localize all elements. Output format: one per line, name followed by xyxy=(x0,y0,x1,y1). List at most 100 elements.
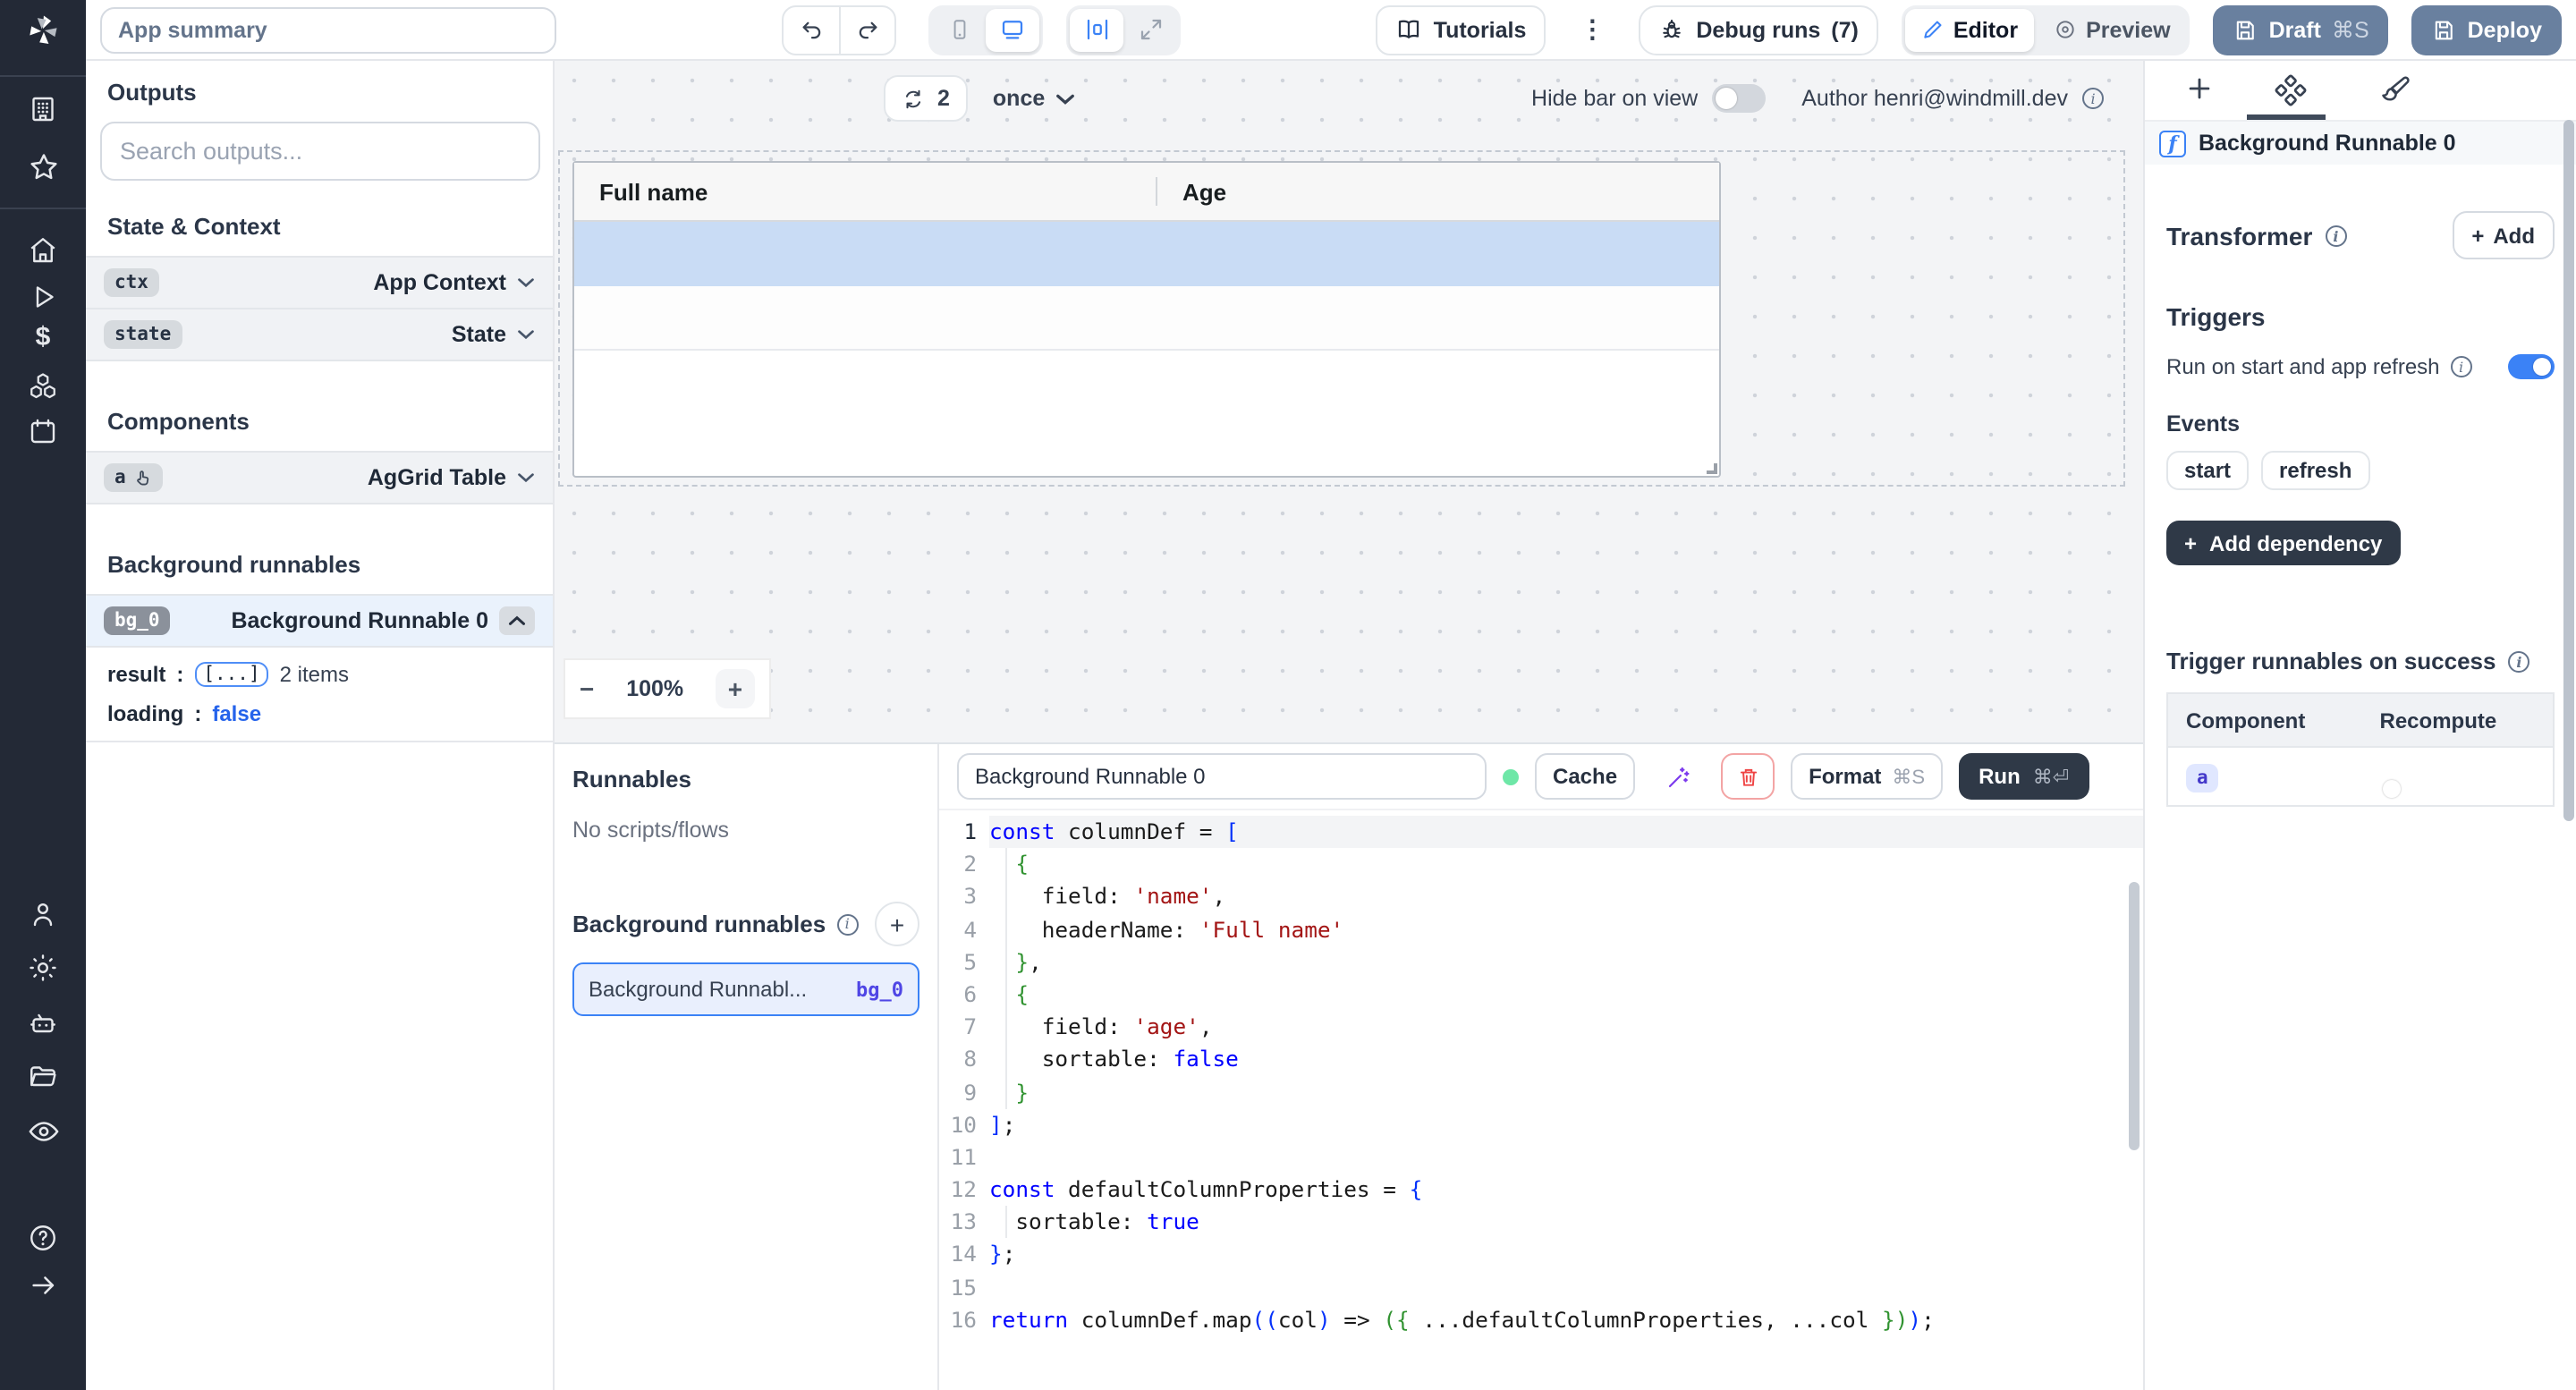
refresh-count-button[interactable]: 2 xyxy=(884,75,968,122)
debug-runs-button[interactable]: Debug runs (7) xyxy=(1639,4,1877,55)
table-header: Component Recompute xyxy=(2168,694,2553,748)
tutorials-button[interactable]: Tutorials xyxy=(1377,4,1546,55)
chevron-down-icon[interactable] xyxy=(517,329,535,340)
format-button[interactable]: Format⌘S xyxy=(1791,753,1943,800)
draft-button[interactable]: Draft ⌘S xyxy=(2214,4,2389,55)
aggrid-table-component[interactable]: Full name Age xyxy=(572,161,1721,478)
add-transformer-button[interactable]: + Add xyxy=(2452,211,2555,259)
add-dependency-button[interactable]: + Add dependency xyxy=(2166,521,2400,565)
runnable-name-input[interactable] xyxy=(957,753,1487,800)
user-icon[interactable] xyxy=(0,898,86,930)
info-icon[interactable]: i xyxy=(2508,650,2529,672)
info-icon[interactable]: i xyxy=(2082,88,2104,109)
home-icon[interactable] xyxy=(0,234,86,267)
components-settings-tab[interactable] xyxy=(2274,73,2308,107)
collapse-button[interactable] xyxy=(499,606,535,635)
info-icon[interactable]: i xyxy=(2451,356,2472,377)
resize-handle[interactable] xyxy=(1707,463,1717,474)
schedule-dropdown[interactable]: once xyxy=(993,86,1075,111)
bg0-row[interactable]: bg_0 Background Runnable 0 xyxy=(86,594,553,648)
editor-tab[interactable]: Editor xyxy=(1905,8,2034,51)
editor-scrollbar[interactable] xyxy=(2129,882,2140,1150)
run-on-start-toggle[interactable] xyxy=(2508,354,2555,379)
star-icon[interactable] xyxy=(0,150,86,184)
deploy-label: Deploy xyxy=(2468,17,2542,42)
hide-bar-toggle[interactable] xyxy=(1712,84,1766,113)
diamond-grid-icon xyxy=(2274,73,2308,107)
info-icon[interactable]: i xyxy=(836,913,858,935)
chevron-down-icon[interactable] xyxy=(517,472,535,483)
ai-wand-button[interactable] xyxy=(1651,753,1705,800)
info-icon[interactable]: i xyxy=(2325,225,2346,246)
divider xyxy=(86,741,553,742)
column-header-age[interactable]: Age xyxy=(1157,178,1226,205)
zoom-in-button[interactable]: + xyxy=(716,669,755,708)
mobile-view-button[interactable] xyxy=(932,8,986,51)
building-icon[interactable] xyxy=(0,93,86,125)
preview-tab[interactable]: Preview xyxy=(2038,8,2187,51)
zoom-control: − 100% + xyxy=(564,658,771,719)
result-row: result : [...] 2 items xyxy=(86,655,553,694)
deploy-button[interactable]: Deploy xyxy=(2412,4,2562,55)
editor-header: Cache Format⌘S Run⌘⏎ xyxy=(939,744,2143,810)
collapse-arrow-icon[interactable] xyxy=(0,1270,86,1301)
add-runnable-button[interactable]: + xyxy=(875,902,919,946)
chevron-down-icon xyxy=(1055,92,1075,105)
delete-runnable-button[interactable] xyxy=(1721,753,1775,800)
preview-disc-icon xyxy=(2054,18,2077,41)
loading-key: loading xyxy=(107,701,183,726)
eye-icon[interactable] xyxy=(0,1115,86,1148)
event-refresh-badge: refresh xyxy=(2261,451,2369,490)
save-icon xyxy=(2432,17,2457,42)
windmill-logo[interactable] xyxy=(0,0,86,61)
component-a-label: AgGrid Table xyxy=(368,465,506,490)
ctx-row[interactable]: ctx App Context xyxy=(86,256,553,309)
component-a-ref-badge: a xyxy=(2186,764,2219,792)
insert-tab[interactable] xyxy=(2184,73,2215,104)
function-icon: f xyxy=(2159,130,2186,157)
panel-scrollbar[interactable] xyxy=(2563,120,2574,821)
folder-icon[interactable] xyxy=(0,1061,86,1093)
code-editor[interactable]: 12345678910111213141516 const columnDef … xyxy=(939,810,2143,1390)
app-canvas[interactable]: 2 once Hide bar on view Author henri@win… xyxy=(555,61,2143,742)
table-row[interactable] xyxy=(574,286,1719,351)
more-menu-button[interactable]: ⋮ xyxy=(1569,14,1615,45)
help-icon[interactable] xyxy=(0,1222,86,1254)
bottom-panel: Runnables No scripts/flows Background ru… xyxy=(555,742,2143,1390)
search-outputs-input[interactable] xyxy=(100,122,540,181)
pencil-icon xyxy=(1921,18,1945,41)
selected-runnable-header: f Background Runnable 0 xyxy=(2145,120,2576,165)
result-array-box[interactable]: [...] xyxy=(194,662,268,687)
components-heading: Components xyxy=(86,386,553,435)
center-layout-button[interactable] xyxy=(1070,8,1123,51)
style-tab[interactable] xyxy=(2379,73,2411,106)
redo-button[interactable] xyxy=(839,6,894,53)
chevron-down-icon[interactable] xyxy=(517,277,535,288)
bg-runnable-item[interactable]: Background Runnabl... bg_0 xyxy=(572,962,919,1016)
zoom-out-button[interactable]: − xyxy=(580,674,594,703)
gear-icon[interactable] xyxy=(0,952,86,984)
result-key: result xyxy=(107,662,165,687)
selected-runnable-title: Background Runnable 0 xyxy=(2199,131,2456,156)
refresh-icon xyxy=(902,87,925,110)
run-button[interactable]: Run⌘⏎ xyxy=(1959,753,2089,800)
bg-runnables-heading: Background runnables xyxy=(572,911,826,937)
panel-tabs xyxy=(2145,61,2576,120)
state-row[interactable]: state State xyxy=(86,308,553,361)
desktop-view-button[interactable] xyxy=(986,8,1039,51)
app-summary-input[interactable] xyxy=(100,6,556,53)
cubes-icon[interactable] xyxy=(0,370,86,403)
column-header-full-name[interactable]: Full name xyxy=(574,178,1156,205)
cache-button[interactable]: Cache xyxy=(1535,753,1635,800)
code-lines[interactable]: const columnDef = [ { field: 'name', hea… xyxy=(989,816,2143,1390)
undo-button[interactable] xyxy=(784,6,839,53)
calendar-icon[interactable] xyxy=(0,415,86,447)
robot-icon[interactable] xyxy=(0,1007,86,1039)
editor-preview-toggle: Editor Preview xyxy=(1902,4,2190,55)
table-row-selected[interactable] xyxy=(574,222,1719,286)
dollar-icon[interactable]: $ xyxy=(0,322,86,352)
component-a-row[interactable]: a AgGrid Table xyxy=(86,451,553,504)
expand-layout-button[interactable] xyxy=(1123,8,1177,51)
play-icon[interactable] xyxy=(0,281,86,313)
hand-pointer-icon xyxy=(133,468,153,487)
